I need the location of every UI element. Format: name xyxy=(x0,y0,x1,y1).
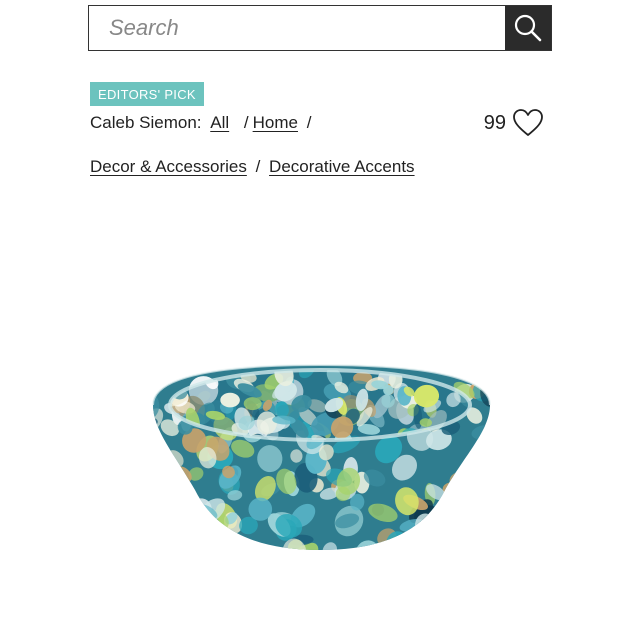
product-image[interactable] xyxy=(145,360,495,555)
breadcrumb: Caleb Siemon: All / Home / xyxy=(90,113,315,133)
favorites: 99 xyxy=(484,108,544,138)
breadcrumb-link-all[interactable]: All xyxy=(210,113,229,132)
breadcrumb-row-2: Decor & Accessories / Decorative Accents xyxy=(90,157,415,177)
breadcrumb-separator: / xyxy=(243,113,249,132)
seller-name: Caleb Siemon: xyxy=(90,113,202,132)
favorite-button[interactable] xyxy=(512,108,544,138)
breadcrumb-link-decor-accessories[interactable]: Decor & Accessories xyxy=(90,157,247,176)
heart-icon xyxy=(513,109,543,136)
search-icon xyxy=(514,14,542,42)
breadcrumb-link-decorative-accents[interactable]: Decorative Accents xyxy=(269,157,415,176)
breadcrumb-separator: / xyxy=(306,113,312,132)
search-button[interactable] xyxy=(505,6,551,50)
favorites-count: 99 xyxy=(483,111,506,134)
search-bar xyxy=(88,5,552,51)
editors-pick-badge: EDITORS' PICK xyxy=(90,82,204,106)
breadcrumb-separator: / xyxy=(255,157,261,176)
glass-bowl-image xyxy=(152,363,491,550)
breadcrumb-link-home[interactable]: Home xyxy=(253,113,298,132)
search-input[interactable] xyxy=(89,6,505,50)
